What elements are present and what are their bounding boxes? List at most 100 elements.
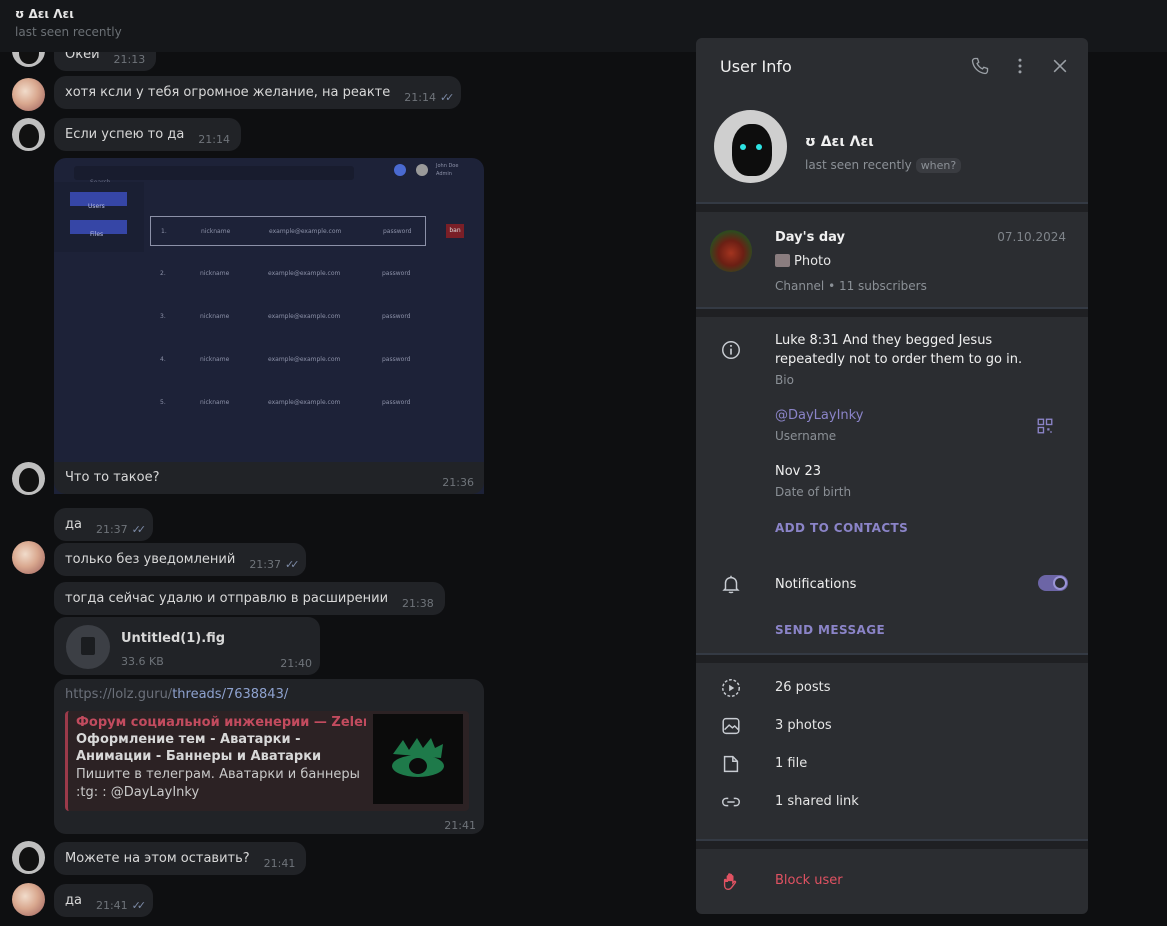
- avatar[interactable]: [12, 541, 45, 574]
- bio-text[interactable]: Luke 8:31 And they begged Jesus repeated…: [775, 331, 1055, 369]
- panel-header: User Info: [696, 38, 1088, 94]
- mock-user-role: Admin: [436, 171, 452, 177]
- message-time: 21:38: [402, 597, 434, 610]
- message[interactable]: да 21:41 ✓✓: [54, 884, 154, 917]
- link-url[interactable]: https://lolz.guru/threads/7638843/: [65, 687, 288, 702]
- image-message[interactable]: Search John Doe Admin Users Files 1.nick…: [54, 158, 484, 494]
- mock-table-row: 2. nickname example@example.com password: [160, 270, 411, 277]
- message[interactable]: да 21:37 ✓✓: [54, 508, 154, 541]
- links-item[interactable]: 1 shared link: [775, 794, 859, 809]
- file-size: 33.6 KB: [121, 655, 164, 668]
- message[interactable]: Окей 21:13: [54, 52, 157, 71]
- mock-files-button: Files: [70, 220, 127, 238]
- read-check-icon: ✓✓: [131, 899, 147, 912]
- read-check-icon: ✓✓: [131, 523, 147, 536]
- birthdate-label: Date of birth: [775, 485, 852, 499]
- file-icon: [723, 755, 739, 773]
- message-text: Окей: [65, 52, 100, 62]
- bell-icon: [722, 575, 740, 594]
- message[interactable]: Если успею то да 21:14: [54, 118, 241, 151]
- link-preview[interactable]: Форум социальной инженерии — Zelenka....…: [65, 711, 469, 811]
- block-user-button[interactable]: Block user: [775, 873, 843, 888]
- message-time: 21:14: [198, 133, 230, 146]
- block-user-row[interactable]: Block user: [696, 849, 1088, 911]
- message-text: да: [65, 893, 82, 908]
- mock-sidebar: Users Files: [54, 182, 144, 252]
- message[interactable]: только без уведомлений 21:37 ✓✓: [54, 543, 307, 576]
- mock-table-row: 4. nickname example@example.com password: [160, 356, 411, 363]
- channel-date: 07.10.2024: [997, 230, 1066, 244]
- mock-avatar: [416, 164, 428, 176]
- message-time: 21:41: [444, 819, 476, 832]
- channel-meta: Channel • 11 subscribers: [775, 279, 927, 293]
- file-message[interactable]: Untitled(1).fig 33.6 KB 21:40: [54, 617, 320, 675]
- message-time: 21:13: [113, 53, 146, 66]
- message-text: Что то такое?: [65, 470, 160, 485]
- chat-area: Окей 21:13 хотя ксли у тебя огромное жела…: [0, 52, 696, 926]
- username-text[interactable]: @DayLayInky: [775, 406, 863, 425]
- message-text: Если успею то да: [65, 127, 185, 142]
- posts-item[interactable]: 26 posts: [775, 680, 831, 695]
- profile-avatar[interactable]: [714, 110, 787, 183]
- avatar[interactable]: [12, 462, 45, 495]
- message-time: 21:40: [280, 657, 312, 670]
- files-item[interactable]: 1 file: [775, 756, 807, 771]
- message-text: хотя ксли у тебя огромное желание, на ре…: [65, 85, 391, 100]
- bio-label: Bio: [775, 373, 794, 387]
- message[interactable]: тогда сейчас удалю и отправлю в расширен…: [54, 582, 445, 615]
- mock-table-row: 5. nickname example@example.com password: [160, 399, 411, 406]
- file-icon[interactable]: [66, 625, 110, 669]
- message-time: 21:37: [249, 558, 282, 571]
- username-label: Username: [775, 429, 837, 443]
- user-info-panel: User Info ʊ Δει Λει last seen recently wh…: [696, 38, 1088, 914]
- mock-search: Search: [74, 166, 354, 186]
- notifications-toggle[interactable]: [1038, 575, 1068, 591]
- message-time: 21:14: [404, 91, 436, 104]
- divider: [696, 839, 1088, 849]
- qr-code-icon[interactable]: [1036, 417, 1054, 435]
- message[interactable]: хотя ксли у тебя огромное желание, на ре…: [54, 76, 462, 109]
- avatar[interactable]: [12, 52, 45, 67]
- when-badge[interactable]: when?: [915, 158, 962, 173]
- file-name: Untitled(1).fig: [121, 631, 226, 646]
- add-to-contacts-button[interactable]: ADD TO CONTACTS: [775, 521, 908, 535]
- avatar[interactable]: [12, 841, 45, 874]
- divider: [696, 653, 1088, 663]
- mock-user-name: John Doe: [436, 163, 459, 169]
- message-text: тогда сейчас удалю и отправлю в расширен…: [65, 591, 389, 606]
- link-message[interactable]: https://lolz.guru/threads/7638843/ Форум…: [54, 679, 484, 834]
- read-check-icon: ✓✓: [439, 91, 455, 104]
- message-time: 21:37: [95, 523, 128, 536]
- image-caption: Что то такое? 21:36: [54, 462, 484, 494]
- link-icon: [722, 797, 740, 807]
- shared-media-section: 26 posts 3 photos 1 file 1 shared link: [696, 663, 1088, 839]
- mock-table-row: 1. nickname example@example.com password: [150, 216, 426, 246]
- close-icon[interactable]: [1050, 56, 1070, 76]
- profile-status: last seen recently when?: [805, 158, 962, 173]
- profile-section: ʊ Δει Λει last seen recently when?: [696, 94, 1088, 202]
- send-message-button[interactable]: SEND MESSAGE: [775, 623, 885, 637]
- avatar[interactable]: [12, 883, 45, 916]
- info-section: Luke 8:31 And they begged Jesus repeated…: [696, 317, 1088, 653]
- preview-title: Оформление тем - Аватарки - Анимации - Б…: [76, 732, 322, 764]
- preview-description: Пишите в телеграм. Аватарки и баннеры :t…: [76, 767, 360, 800]
- avatar[interactable]: [12, 78, 45, 111]
- divider: [696, 202, 1088, 212]
- more-vertical-icon[interactable]: [1010, 56, 1030, 76]
- mock-table-row: 3. nickname example@example.com password: [160, 313, 411, 320]
- read-check-icon: ✓✓: [285, 558, 300, 571]
- photos-icon: [722, 717, 740, 735]
- message[interactable]: Можете на этом оставить? 21:41: [54, 842, 307, 875]
- photos-item[interactable]: 3 photos: [775, 718, 832, 733]
- channel-avatar: [710, 230, 752, 272]
- phone-icon[interactable]: [970, 56, 990, 76]
- message-time: 21:41: [95, 899, 128, 912]
- avatar[interactable]: [12, 118, 45, 151]
- message-text: да: [65, 517, 82, 532]
- birthdate-text[interactable]: Nov 23: [775, 462, 821, 481]
- message-time: 21:36: [442, 476, 474, 489]
- divider: [696, 307, 1088, 317]
- personal-channel[interactable]: Day's day 07.10.2024 Photo Channel • 11 …: [696, 212, 1088, 307]
- mock-users-button: Users: [70, 192, 127, 210]
- message-time: 21:41: [263, 857, 296, 870]
